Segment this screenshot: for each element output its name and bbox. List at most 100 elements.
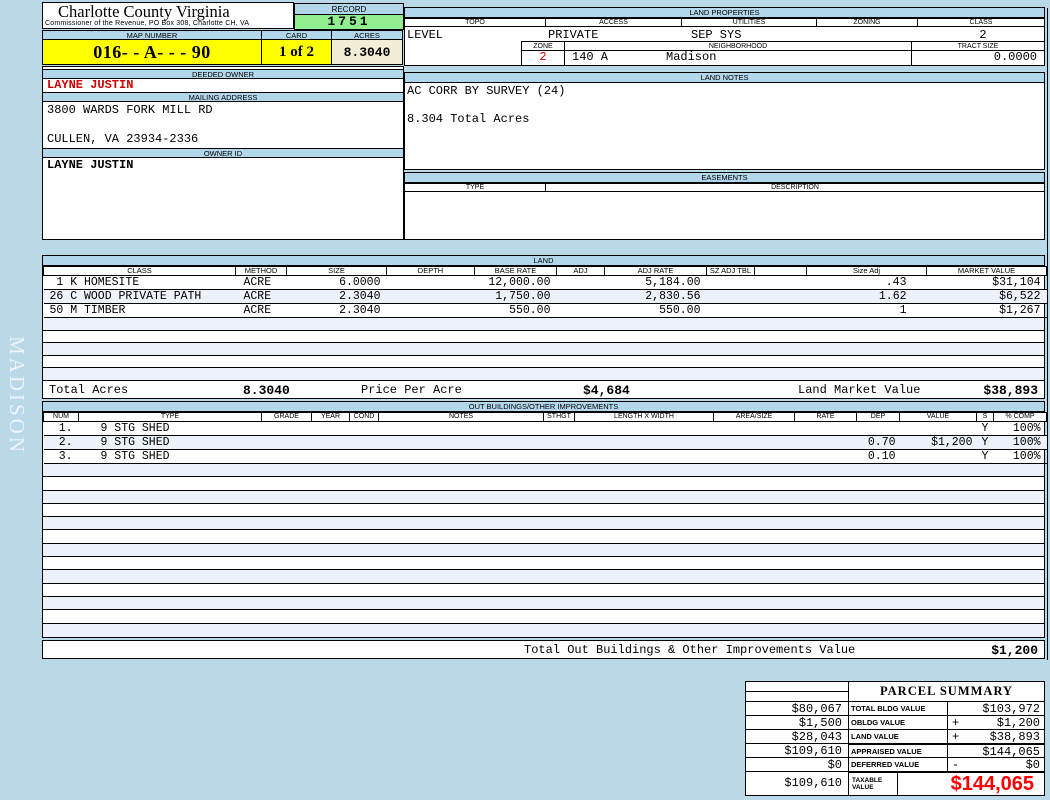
ob-empty-row bbox=[43, 490, 1044, 504]
tract-size-value: 0.0000 bbox=[911, 50, 1045, 66]
land-table-head: CLASS METHOD SIZE DEPTH BASE RATE ADJ AD… bbox=[43, 266, 1047, 276]
ob-notes bbox=[379, 450, 544, 464]
land-empty-row bbox=[43, 343, 1044, 356]
land-note-2: 8.304 Total Acres bbox=[407, 112, 530, 126]
col-class: CLASS bbox=[43, 266, 236, 276]
col-notes: NOTES bbox=[378, 412, 544, 422]
land-empty-row bbox=[43, 318, 1044, 331]
land-sz-adj-tbl bbox=[706, 289, 755, 304]
parcel-summary: PARCEL SUMMARY $80,067 TOTAL BLDG VALUE … bbox=[745, 681, 1045, 796]
prior-total-bldg-value: $80,067 bbox=[745, 701, 849, 716]
ob-value bbox=[900, 450, 977, 464]
ob-empty-row bbox=[43, 584, 1044, 597]
ob-notes bbox=[379, 422, 544, 436]
land-class: 50 M TIMBER bbox=[49, 304, 126, 317]
address-line-1: 3800 WARDS FORK MILL RD bbox=[47, 103, 213, 117]
land-size: 2.3040 bbox=[339, 304, 381, 317]
ob-empty-row bbox=[43, 543, 1044, 558]
land-method: ACRE bbox=[235, 289, 287, 304]
easements-columns: TYPE DESCRIPTION bbox=[405, 183, 1044, 192]
owner-id-header: OWNER ID bbox=[43, 148, 403, 158]
col-sthgt: STHGT bbox=[543, 412, 575, 422]
ob-area-size bbox=[713, 435, 795, 450]
total-acres-label: Total Acres bbox=[49, 383, 129, 397]
land-adj-rate: 5,184.00 bbox=[645, 276, 701, 289]
land-table: CLASS METHOD SIZE DEPTH BASE RATE ADJ AD… bbox=[43, 266, 1047, 318]
col-year: YEAR bbox=[311, 412, 350, 422]
land-size: 6.0000 bbox=[339, 276, 381, 289]
land-sz-adj-tbl bbox=[707, 304, 755, 318]
ob-type: 9 STG SHED bbox=[100, 450, 170, 463]
ob-pct-comp: 100% bbox=[1012, 422, 1041, 435]
ob-empty-row bbox=[43, 557, 1044, 571]
ob-s: Y bbox=[981, 422, 989, 435]
deeded-owner-value: LAYNE JUSTIN bbox=[47, 78, 134, 92]
easements-header: EASEMENTS bbox=[405, 173, 1044, 183]
sign: + bbox=[952, 716, 960, 730]
col-utilities: UTILITIES bbox=[681, 18, 817, 27]
easements-panel: EASEMENTS TYPE DESCRIPTION bbox=[404, 172, 1045, 240]
ob-rate bbox=[794, 435, 857, 450]
mailing-address-block: 3800 WARDS FORK MILL RD CULLEN, VA 23934… bbox=[43, 102, 403, 148]
value: $144,065 bbox=[982, 745, 1040, 759]
out-building-row: 3. 9 STG SHED 0.10 Y 100% bbox=[43, 450, 1047, 464]
summary-title-row: PARCEL SUMMARY bbox=[745, 681, 1045, 702]
zone-values: 2 140 A Madison 0.0000 bbox=[521, 50, 1046, 66]
ob-total-value: $1,200 bbox=[991, 643, 1038, 658]
owner-panel: DEEDED OWNER LAYNE JUSTIN MAILING ADDRES… bbox=[42, 66, 404, 240]
land-properties-header: LAND PROPERTIES bbox=[405, 8, 1044, 18]
ob-year bbox=[312, 450, 350, 464]
col-dep: DEP bbox=[856, 412, 900, 422]
ob-s: Y bbox=[976, 435, 994, 450]
prior-deferred-value: $0 bbox=[745, 757, 849, 772]
out-buildings-table: NUM TYPE GRADE YEAR COND NOTES STHGT LEN… bbox=[43, 412, 1047, 464]
col-value: VALUE bbox=[899, 412, 977, 422]
land-blank bbox=[754, 289, 807, 304]
value: $0 bbox=[1025, 758, 1040, 772]
land-market-value-label: Land Market Value bbox=[798, 383, 921, 397]
topo-value: LEVEL bbox=[407, 28, 444, 42]
out-buildings-section: OUT BUILDINGS/OTHER IMPROVEMENTS NUM TYP… bbox=[42, 401, 1047, 638]
col-rate: RATE bbox=[794, 412, 857, 422]
county-header: Charlotte County Virginia Commissioner o… bbox=[42, 2, 294, 29]
land-method: ACRE bbox=[243, 276, 272, 289]
ob-length-width bbox=[574, 435, 714, 450]
ob-cond bbox=[350, 422, 379, 436]
neighborhood-code: 140 A bbox=[572, 50, 609, 64]
ob-type: 9 STG SHED bbox=[100, 422, 170, 435]
col-size-adj: Size Adj bbox=[806, 266, 927, 276]
price-per-acre-label: Price Per Acre bbox=[361, 383, 462, 397]
land-method: ACRE bbox=[243, 304, 272, 317]
col-size: SIZE bbox=[286, 266, 387, 276]
commissioner-line: Commissioner of the Revenue, PO Box 308,… bbox=[45, 20, 250, 27]
col-area-size: AREA/SIZE bbox=[713, 412, 795, 422]
land-adj-rate: 2,830.56 bbox=[604, 289, 707, 304]
land-base-rate: 550.00 bbox=[509, 304, 551, 317]
ob-sthgt bbox=[544, 450, 575, 464]
col-length-width: LENGTH X WIDTH bbox=[574, 412, 714, 422]
neighborhood-value: 140 A Madison bbox=[564, 50, 912, 66]
col-easement-type: TYPE bbox=[405, 183, 546, 192]
land-market-value-total: $38,893 bbox=[983, 383, 1038, 398]
ob-empty-row bbox=[43, 517, 1044, 531]
out-buildings-total-row: Total Out Buildings & Other Improvements… bbox=[42, 640, 1045, 659]
property-record-card: { "header": { "county_name": "Charlotte … bbox=[0, 0, 1050, 800]
land-adj-rate: 550.00 bbox=[659, 304, 701, 317]
land-depth bbox=[386, 289, 475, 304]
zone-block: ZONE NEIGHBORHOOD TRACT SIZE 2 140 A Mad… bbox=[521, 41, 1046, 66]
land-empty-row bbox=[43, 356, 1044, 368]
sign: + bbox=[952, 730, 960, 744]
ob-value: $1,200 bbox=[899, 435, 977, 450]
col-s: S bbox=[976, 412, 994, 422]
ob-sthgt bbox=[544, 422, 575, 436]
obldg-value-label: OBLDG VALUE bbox=[848, 715, 948, 730]
col-pct-comp: % COMP bbox=[993, 412, 1047, 422]
obldg-value: + $1,200 bbox=[947, 715, 1045, 730]
ob-num: 1. bbox=[58, 422, 73, 435]
land-value-label: LAND VALUE bbox=[848, 729, 948, 744]
summary-row: $1,500 OBLDG VALUE + $1,200 bbox=[745, 715, 1045, 730]
col-base-rate: BASE RATE bbox=[474, 266, 557, 276]
ob-pct-comp: 100% bbox=[993, 435, 1047, 450]
ob-year bbox=[311, 435, 350, 450]
ob-empty-row bbox=[43, 596, 1044, 611]
